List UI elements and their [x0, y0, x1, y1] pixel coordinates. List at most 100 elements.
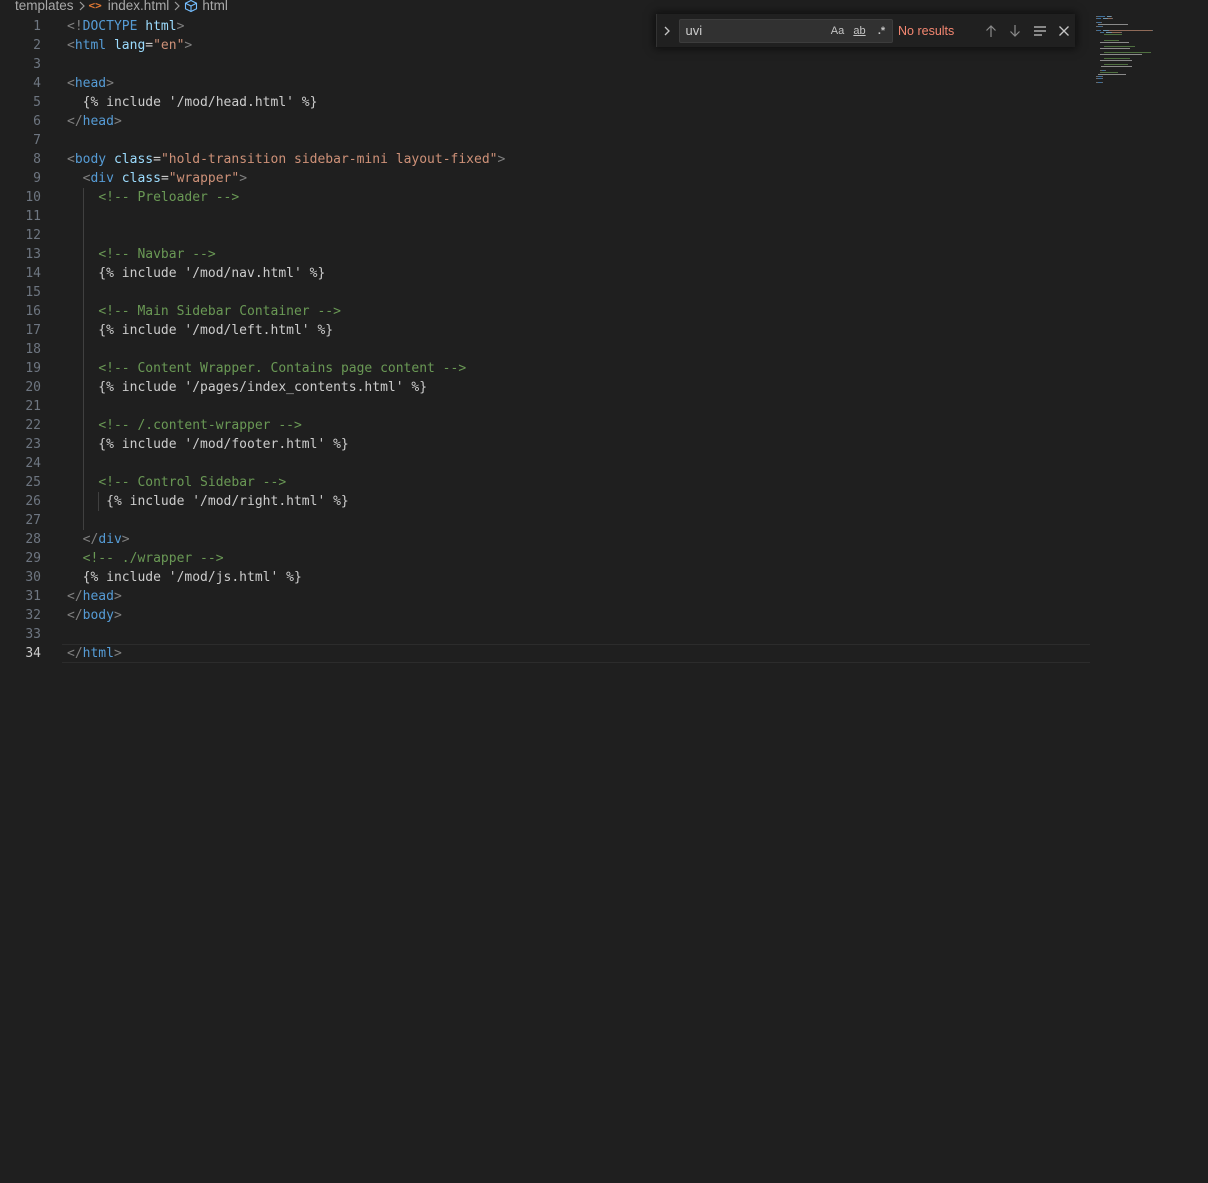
- find-in-selection-button[interactable]: [1029, 20, 1050, 42]
- find-result-status: No results: [898, 23, 955, 38]
- previous-match-button[interactable]: [980, 20, 1001, 42]
- breadcrumb-file-label: index.html: [107, 0, 170, 13]
- minimap-stroke: [1104, 64, 1128, 65]
- code-token: head: [82, 114, 114, 129]
- toggle-replace-button[interactable]: [657, 14, 677, 47]
- line-content: {% include '/mod/head.html' %}: [67, 93, 318, 112]
- code-token: <!-- Control Sidebar -->: [98, 475, 287, 490]
- line-content: <!-- Main Sidebar Container -->: [67, 302, 341, 321]
- code-line[interactable]: 15: [0, 283, 1090, 302]
- line-content: </body>: [67, 606, 122, 625]
- code-line[interactable]: 9 <div class="wrapper">: [0, 169, 1090, 188]
- line-number: 25: [25, 475, 41, 490]
- breadcrumb-item-file[interactable]: <> index.html: [89, 0, 170, 13]
- code-line[interactable]: 25 <!-- Control Sidebar -->: [0, 473, 1090, 492]
- minimap-stroke: [1098, 74, 1126, 75]
- minimap-stroke: [1102, 78, 1103, 79]
- code-line[interactable]: 11: [0, 207, 1090, 226]
- code-line[interactable]: 27: [0, 511, 1090, 530]
- code-line[interactable]: 12: [0, 226, 1090, 245]
- code-token: >: [106, 76, 114, 91]
- use-regex-button[interactable]: .*: [872, 21, 892, 41]
- code-line[interactable]: 24: [0, 454, 1090, 473]
- code-line[interactable]: 31 </head>: [0, 587, 1090, 606]
- code-line[interactable]: 28 </div>: [0, 530, 1090, 549]
- find-input[interactable]: [679, 19, 826, 42]
- minimap-stroke: [1104, 52, 1151, 53]
- code-line[interactable]: 30 {% include '/mod/js.html' %}: [0, 568, 1090, 587]
- code-line[interactable]: 7: [0, 131, 1090, 150]
- code-line[interactable]: 26 {% include '/mod/right.html' %}: [0, 492, 1090, 511]
- line-number: 31: [25, 589, 41, 604]
- code-token: >: [184, 38, 193, 53]
- line-number: 24: [25, 456, 41, 471]
- code-line[interactable]: 22 <!-- /.content-wrapper -->: [0, 416, 1090, 435]
- code-line[interactable]: 10 <!-- Preloader -->: [0, 188, 1090, 207]
- breadcrumb-item-folder[interactable]: templates: [0, 0, 74, 13]
- minimap-stroke: [1100, 60, 1132, 61]
- minimap-stroke: [1101, 22, 1102, 23]
- breadcrumb-item-symbol[interactable]: html: [184, 0, 228, 13]
- minimap-stroke: [1102, 26, 1103, 27]
- breadcrumb-symbol-label: html: [202, 0, 228, 13]
- code-line[interactable]: 13 <!-- Navbar -->: [0, 245, 1090, 264]
- code-line[interactable]: 33: [0, 625, 1090, 644]
- line-number: 9: [33, 171, 41, 186]
- code-token: >: [239, 171, 248, 186]
- code-token: <!-- Content Wrapper. Contains page cont…: [98, 361, 467, 376]
- code-line[interactable]: 21: [0, 397, 1090, 416]
- line-content: <!-- Navbar -->: [67, 245, 215, 264]
- code-line[interactable]: 23 {% include '/mod/footer.html' %}: [0, 435, 1090, 454]
- code-line[interactable]: 16 <!-- Main Sidebar Container -->: [0, 302, 1090, 321]
- line-number: 26: [25, 494, 41, 509]
- code-token: "wrapper": [168, 171, 240, 186]
- code-line[interactable]: 8 <body class="hold-transition sidebar-mi…: [0, 150, 1090, 169]
- line-number: 1: [33, 19, 41, 34]
- code-token: </: [67, 589, 83, 604]
- close-find-button[interactable]: [1054, 20, 1075, 42]
- line-number: 10: [25, 190, 41, 205]
- code-line[interactable]: 6 </head>: [0, 112, 1090, 131]
- line-number: 15: [25, 285, 41, 300]
- line-number: 33: [25, 627, 41, 642]
- code-token: >: [113, 608, 122, 623]
- minimap[interactable]: [1096, 16, 1166, 86]
- code-token: html: [145, 19, 177, 34]
- code-token: body: [74, 152, 107, 167]
- line-number: 2: [33, 38, 41, 53]
- code-line[interactable]: 5 {% include '/mod/head.html' %}: [0, 93, 1090, 112]
- code-token: <: [67, 76, 75, 91]
- code-line[interactable]: 3: [0, 55, 1090, 74]
- code-line[interactable]: 18: [0, 340, 1090, 359]
- line-content: <!-- ./wrapper -->: [67, 549, 224, 568]
- code-line[interactable]: 29 <!-- ./wrapper -->: [0, 549, 1090, 568]
- minimap-stroke: [1102, 82, 1103, 83]
- line-number: 5: [33, 95, 41, 110]
- match-case-button[interactable]: Aa: [828, 21, 848, 41]
- line-number: 11: [25, 209, 41, 224]
- match-whole-word-button[interactable]: ab: [850, 21, 870, 41]
- code-line[interactable]: 17 {% include '/mod/left.html' %}: [0, 321, 1090, 340]
- code-line[interactable]: 32 </body>: [0, 606, 1090, 625]
- code-line[interactable]: 34 </html>: [0, 644, 1090, 663]
- minimap-stroke: [1101, 66, 1132, 67]
- code-line[interactable]: 14 {% include '/mod/nav.html' %}: [0, 264, 1090, 283]
- minimap-stroke: [1109, 30, 1152, 31]
- find-input-box: Aa ab .*: [678, 18, 893, 43]
- code-line[interactable]: 20 {% include '/pages/index_contents.htm…: [0, 378, 1090, 397]
- code-token: <!-- Main Sidebar Container -->: [98, 304, 341, 319]
- line-number: 32: [25, 608, 41, 623]
- code-line[interactable]: 4 <head>: [0, 74, 1090, 93]
- code-line[interactable]: 19 <!-- Content Wrapper. Contains page c…: [0, 359, 1090, 378]
- indent-guide: [98, 492, 99, 511]
- next-match-button[interactable]: [1005, 20, 1026, 42]
- code-token: {% include '/mod/footer.html' %}: [67, 437, 349, 452]
- code-token: lang: [113, 38, 146, 53]
- minimap-stroke: [1100, 42, 1129, 43]
- line-number: 18: [25, 342, 41, 357]
- code-token: html: [82, 646, 114, 661]
- code-editor[interactable]: 1 <!DOCTYPE html> 2 <html lang="en"> 3 4 <head…: [0, 17, 1090, 663]
- code-token: =: [153, 152, 161, 167]
